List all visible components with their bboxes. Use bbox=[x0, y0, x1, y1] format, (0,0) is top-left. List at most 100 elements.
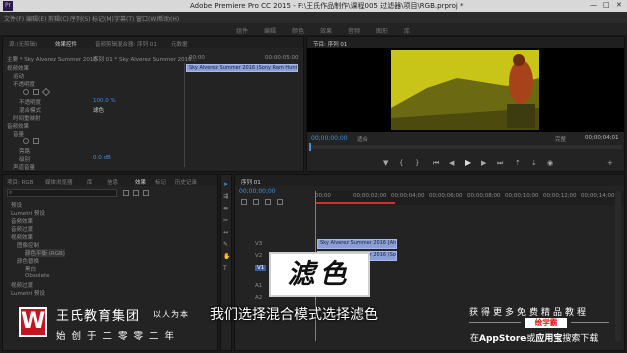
timeline-timecode[interactable]: 00;00;00;00 bbox=[239, 188, 276, 195]
tab-metadata[interactable]: 元数据 bbox=[171, 40, 188, 48]
effects-search-input[interactable]: ⌕ bbox=[7, 189, 117, 197]
menu-help[interactable]: 帮助(H) bbox=[158, 14, 179, 23]
blend-mode-dropdown[interactable]: 滤色 bbox=[93, 106, 104, 114]
fx-time-remap[interactable]: 时间重映射 bbox=[13, 114, 41, 122]
step-forward-icon[interactable]: ▶ bbox=[481, 159, 486, 167]
workspace-graphics[interactable]: 图形 bbox=[376, 26, 388, 35]
close-button[interactable]: ✕ bbox=[616, 1, 622, 9]
tab-info[interactable]: 信息 bbox=[107, 178, 118, 186]
mark-out2-icon[interactable]: } bbox=[415, 159, 419, 167]
tree-presets[interactable]: 预设 bbox=[11, 201, 22, 209]
snap-icon[interactable] bbox=[241, 199, 247, 205]
timeline-scrollbar[interactable] bbox=[615, 191, 621, 341]
workspace-audio[interactable]: 音频 bbox=[348, 26, 360, 35]
source-clip-label[interactable]: 主要 * Sky Alverez Summer 2016... bbox=[7, 55, 102, 63]
tree-color-replace[interactable]: 颜色替换 bbox=[17, 257, 39, 265]
tab-project[interactable]: 项目: RGB bbox=[7, 178, 33, 186]
tree-lumetri-presets-2[interactable]: Lumetri 预设 bbox=[11, 289, 45, 297]
go-to-out-icon[interactable]: ⏭ bbox=[497, 159, 503, 168]
quality-dropdown[interactable]: 完整 bbox=[555, 135, 566, 143]
tab-audio-mixer[interactable]: 音频剪辑混合器: 序列 01 bbox=[95, 40, 157, 48]
program-playhead[interactable] bbox=[309, 143, 311, 151]
tab-source[interactable]: 源:(无剪辑) bbox=[9, 40, 37, 48]
tab-libraries[interactable]: 库 bbox=[87, 178, 93, 186]
play-button-icon[interactable]: ▶ bbox=[465, 158, 471, 167]
tree-audio-transitions[interactable]: 音频过渡 bbox=[11, 225, 33, 233]
tab-history[interactable]: 历史记录 bbox=[175, 178, 197, 186]
accelerated-effects-icon[interactable] bbox=[123, 190, 129, 196]
tab-media-browser[interactable]: 媒体浏览器 bbox=[45, 178, 73, 186]
yuv-effects-icon[interactable] bbox=[143, 190, 149, 196]
maximize-button[interactable]: □ bbox=[603, 1, 610, 9]
workspace-color[interactable]: 颜色 bbox=[292, 26, 304, 35]
linked-selection-icon[interactable] bbox=[253, 199, 259, 205]
program-timecode-current[interactable]: 00;00;00;00 bbox=[311, 135, 348, 142]
fx-channel-volume[interactable]: 声道音量 bbox=[13, 163, 35, 171]
menu-edit[interactable]: 编辑(E) bbox=[26, 14, 46, 23]
track-a2[interactable]: A2 bbox=[255, 295, 262, 301]
mask-ellipse-icon[interactable] bbox=[23, 89, 29, 95]
work-area-bar[interactable] bbox=[315, 202, 395, 204]
mark-in-icon[interactable]: ▼ bbox=[383, 159, 388, 167]
program-scrub-bar[interactable] bbox=[309, 143, 622, 151]
32bit-effects-icon[interactable] bbox=[133, 190, 139, 196]
slip-tool-icon[interactable]: ↔ bbox=[223, 229, 228, 236]
menu-title[interactable]: 字幕(T) bbox=[114, 14, 134, 23]
clip-v2[interactable]: Sky Alverez Summer 2016 [Ahea... bbox=[317, 239, 397, 249]
timeline-settings-icon[interactable] bbox=[277, 199, 283, 205]
menu-marker[interactable]: 标记(M) bbox=[92, 14, 114, 23]
menu-window[interactable]: 窗口(W) bbox=[136, 14, 159, 23]
mark-out-icon[interactable]: { bbox=[399, 159, 403, 167]
time-ruler[interactable]: 00;00 00;00;02;00 00;00;04;00 00;00;06;0… bbox=[315, 191, 624, 205]
tree-lumetri-presets[interactable]: Lumetri 预设 bbox=[11, 209, 45, 217]
mask-rect-icon[interactable] bbox=[33, 89, 39, 95]
track-v3[interactable]: V3 bbox=[255, 241, 262, 247]
tree-video-transitions[interactable]: 视频过渡 bbox=[11, 281, 33, 289]
go-to-in-icon[interactable]: ⏮ bbox=[433, 159, 439, 168]
step-back-icon[interactable]: ◀ bbox=[449, 159, 454, 167]
razor-tool-icon[interactable]: ✂ bbox=[223, 217, 228, 224]
add-marker-icon[interactable] bbox=[265, 199, 271, 205]
tree-audio-effects[interactable]: 音频效果 bbox=[11, 217, 33, 225]
minimize-button[interactable]: — bbox=[590, 1, 597, 9]
sequence-clip-label[interactable]: 序列 01 * Sky Alverez Summer 2016... bbox=[93, 55, 197, 63]
menu-file[interactable]: 文件(F) bbox=[4, 14, 24, 23]
type-tool-icon[interactable]: T bbox=[223, 265, 227, 272]
opacity-value[interactable]: 100.0 % bbox=[93, 98, 116, 104]
hand-tool-icon[interactable]: ✋ bbox=[223, 253, 230, 260]
ec-clip-bar[interactable]: Sky Alverez Summer 2016 (Sony Ram Hunt) bbox=[186, 64, 298, 72]
workspace-libraries[interactable]: 库 bbox=[404, 26, 410, 35]
fit-dropdown[interactable]: 适合 bbox=[357, 135, 368, 143]
tree-video-effects[interactable]: 视频效果 bbox=[11, 233, 33, 241]
fx-motion[interactable]: 运动 bbox=[13, 72, 24, 80]
fx-volume[interactable]: 音量 bbox=[13, 130, 24, 138]
extract-icon[interactable]: ⇣ bbox=[531, 159, 537, 167]
ripple-edit-tool-icon[interactable]: ⇹ bbox=[223, 205, 228, 212]
workspace-assembly[interactable]: 组件 bbox=[236, 26, 248, 35]
audio-mask-ellipse-icon[interactable] bbox=[23, 138, 29, 144]
menu-sequence[interactable]: 序列(S) bbox=[70, 14, 91, 23]
pen-tool-icon[interactable]: ✎ bbox=[223, 241, 228, 248]
tab-program[interactable]: 节目: 序列 01 bbox=[313, 40, 347, 48]
workspace-effects[interactable]: 效果 bbox=[320, 26, 332, 35]
fx-opacity[interactable]: 不透明度 bbox=[13, 80, 35, 88]
track-v2[interactable]: V2 bbox=[255, 253, 262, 259]
tab-effects[interactable]: 效果 bbox=[135, 178, 146, 186]
track-a1[interactable]: A1 bbox=[255, 283, 262, 289]
menu-clip[interactable]: 剪辑(C) bbox=[48, 14, 69, 23]
tab-sequence-01[interactable]: 序列 01 bbox=[241, 178, 261, 186]
mask-pen-icon[interactable] bbox=[41, 87, 51, 97]
audio-mask-rect-icon[interactable] bbox=[33, 138, 39, 144]
tree-image-control[interactable]: 图像控制 bbox=[17, 241, 39, 249]
selection-tool-icon[interactable]: ➤ bbox=[223, 181, 228, 188]
tree-obsolete[interactable]: Obsolete bbox=[25, 273, 50, 279]
workspace-editing[interactable]: 编辑 bbox=[264, 26, 276, 35]
tab-effect-controls[interactable]: 效果控件 bbox=[55, 40, 77, 48]
tree-black-white[interactable]: 黑白 bbox=[25, 265, 36, 273]
track-v1[interactable]: V1 bbox=[255, 265, 267, 271]
lift-icon[interactable]: ⇡ bbox=[515, 159, 521, 167]
level-value[interactable]: 0.0 dB bbox=[93, 155, 111, 161]
export-frame-icon[interactable]: ◉ bbox=[547, 159, 553, 167]
track-select-tool-icon[interactable]: ⇶ bbox=[223, 193, 228, 200]
tree-color-balance-rgb[interactable]: 颜色平衡 (RGB) bbox=[25, 249, 65, 257]
